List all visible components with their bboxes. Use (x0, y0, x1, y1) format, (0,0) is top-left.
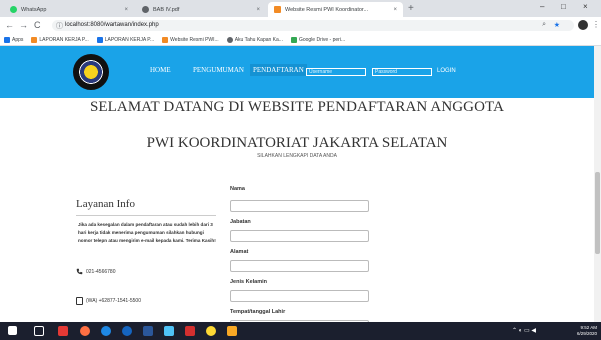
windows-start-icon[interactable] (8, 326, 17, 335)
nav-announcement-link[interactable]: PENGUMUMAN (193, 66, 244, 74)
website-favicon-icon (274, 6, 281, 13)
reload-button[interactable]: C (34, 20, 41, 30)
nav-register-link[interactable]: PENDAFTARAN (250, 64, 307, 76)
apps-grid-icon (4, 36, 10, 43)
tab-website[interactable]: Website Resmi PWI Koordinator... × (268, 2, 403, 17)
windows-taskbar: ⌃ ◐ ▭ ◀ 9:52 AM 6/29/2020 (0, 322, 601, 340)
tab-close-icon[interactable]: × (256, 7, 260, 13)
alamat-input[interactable] (230, 260, 369, 272)
browser-tab-strip: WhatsApp × BAB IV.pdf × Website Resmi PW… (0, 0, 601, 17)
tab-label: BAB IV.pdf (153, 6, 180, 13)
info-whatsapp: (WA) +62877-1541-5500 (76, 297, 141, 305)
label-tempat-tanggal-lahir: Tempat/tanggal Lahir (230, 309, 286, 315)
maximize-button[interactable]: □ (561, 2, 566, 11)
bookmark-item[interactable]: LAPORAN KERJA P... (31, 36, 89, 43)
word-doc-icon (96, 36, 103, 43)
tab-close-icon[interactable]: × (393, 7, 397, 13)
info-icon[interactable]: ⓘ (56, 21, 63, 31)
explorer-icon[interactable] (164, 326, 174, 336)
page-subtitle: PWI KOORDINATORIAT JAKARTA SELATAN (146, 135, 448, 151)
nav-home-link[interactable]: HOME (150, 66, 171, 74)
globe-icon (226, 36, 233, 43)
info-title: Layanan Info (76, 198, 135, 210)
edge-icon[interactable] (122, 326, 132, 336)
internet-explorer-icon[interactable] (101, 326, 111, 336)
page-title: SELAMAT DATANG DI WEBSITE PENDAFTARAN AN… (89, 99, 505, 115)
bookmark-apps[interactable]: Apps (4, 36, 23, 43)
forward-button[interactable]: → (19, 20, 28, 30)
form-instruction: SILAHKAN LENGKAPI DATA ANDA (257, 153, 337, 159)
jenis-kelamin-input[interactable] (230, 290, 369, 302)
login-button[interactable]: LOGIN (437, 68, 456, 74)
label-jabatan: Jabatan (230, 219, 251, 225)
powerpoint-icon[interactable] (185, 326, 195, 336)
info-text: Jika ada kesegalan dalam pendaftaran ata… (78, 222, 216, 243)
username-input[interactable] (306, 68, 366, 76)
bookmark-item[interactable]: Aku Tahu Kapan Ka... (226, 36, 283, 43)
app-icon[interactable] (58, 326, 68, 336)
whatsapp-number: (WA) +62877-1541-5500 (86, 298, 141, 304)
close-window-button[interactable]: × (583, 2, 588, 11)
label-jenis-kelamin: Jenis Kelamin (230, 279, 267, 285)
task-view-icon[interactable] (34, 326, 44, 336)
clock[interactable]: 9:52 AM 6/29/2020 (577, 325, 597, 337)
phone-icon (76, 268, 83, 275)
word-icon[interactable] (143, 326, 153, 336)
bookmark-favicon-icon (162, 36, 169, 43)
new-tab-button[interactable]: + (408, 3, 414, 14)
address-bar[interactable]: ⓘ localhost:8080/wartawan/index.php ⌕ ★ (52, 20, 574, 31)
label-nama: Nama (230, 186, 245, 192)
tab-label: Website Resmi PWI Koordinator... (285, 6, 369, 13)
tab-whatsapp[interactable]: WhatsApp × (4, 2, 134, 17)
jabatan-input[interactable] (230, 230, 369, 242)
whatsapp-icon (10, 6, 17, 13)
label-alamat: Alamat (230, 249, 249, 255)
bookmark-star-icon[interactable]: ★ (554, 21, 560, 29)
bookmarks-bar: Apps LAPORAN KERJA P... LAPORAN KERJA P.… (0, 34, 601, 46)
menu-kebab-icon[interactable]: ⋮ (592, 20, 600, 29)
folder-icon[interactable] (227, 326, 237, 336)
profile-avatar[interactable] (578, 20, 588, 30)
site-navbar: HOME PENGUMUMAN PENDAFTARAN LOGIN (0, 46, 594, 98)
phone-number: 021-4566780 (86, 268, 116, 275)
scrollbar-thumb[interactable] (595, 172, 600, 254)
zoom-icon[interactable]: ⌕ (542, 21, 546, 29)
document-icon (142, 6, 149, 13)
google-drive-icon (290, 36, 297, 43)
page-viewport: HOME PENGUMUMAN PENDAFTARAN LOGIN SELAMA… (0, 46, 594, 322)
info-phone: 021-4566780 (76, 268, 115, 275)
mobile-phone-icon (76, 297, 83, 305)
tab-pdf[interactable]: BAB IV.pdf × (136, 2, 266, 17)
firefox-icon[interactable] (80, 326, 90, 336)
divider (76, 215, 216, 216)
system-tray-icons[interactable]: ⌃ ◐ ▭ ◀ (512, 327, 536, 334)
bookmark-item[interactable]: Google Drive - peri... (290, 36, 345, 43)
minimize-button[interactable]: – (540, 2, 544, 11)
chrome-icon[interactable] (206, 326, 216, 336)
bookmark-item[interactable]: LAPORAN KERJA P... (96, 36, 154, 43)
address-bar-row: ← → C ⓘ localhost:8080/wartawan/index.ph… (0, 17, 601, 34)
nama-input[interactable] (230, 200, 369, 212)
tab-label: WhatsApp (21, 6, 47, 13)
url-text[interactable]: localhost:8080/wartawan/index.php (65, 22, 159, 28)
password-input[interactable] (372, 68, 432, 76)
back-button[interactable]: ← (5, 20, 14, 30)
tab-close-icon[interactable]: × (124, 7, 128, 13)
bookmark-favicon-icon (31, 36, 38, 43)
pwi-logo (73, 54, 109, 90)
bookmark-item[interactable]: Website Resmi PWI... (162, 36, 219, 43)
